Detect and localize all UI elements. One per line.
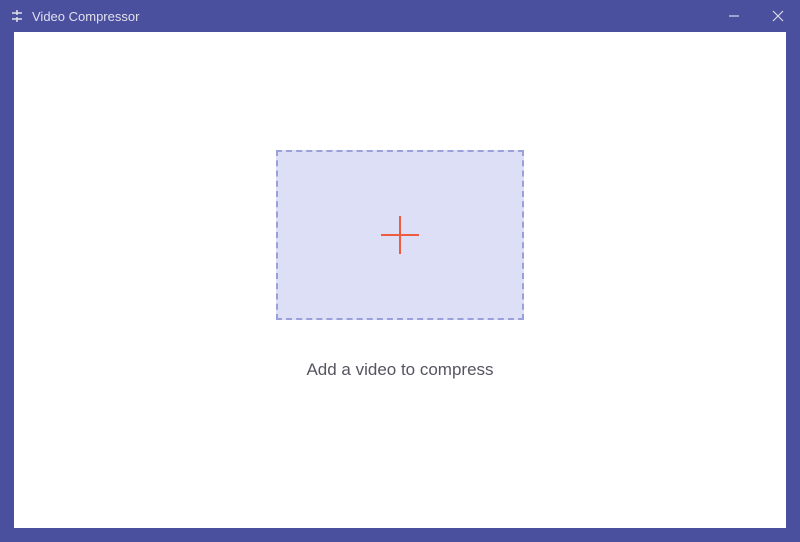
app-icon [10, 9, 24, 23]
dropzone-wrapper: Add a video to compress [276, 150, 524, 380]
app-title: Video Compressor [32, 9, 139, 24]
minimize-button[interactable] [712, 0, 756, 32]
instruction-text: Add a video to compress [306, 360, 493, 380]
minimize-icon [728, 10, 740, 22]
plus-icon [375, 210, 425, 260]
titlebar: Video Compressor [0, 0, 800, 32]
window-controls [712, 0, 800, 32]
app-window: Video Compressor [0, 0, 800, 542]
close-icon [772, 10, 784, 22]
content-frame: Add a video to compress [0, 32, 800, 542]
content-area: Add a video to compress [14, 32, 786, 528]
close-button[interactable] [756, 0, 800, 32]
add-video-dropzone[interactable] [276, 150, 524, 320]
